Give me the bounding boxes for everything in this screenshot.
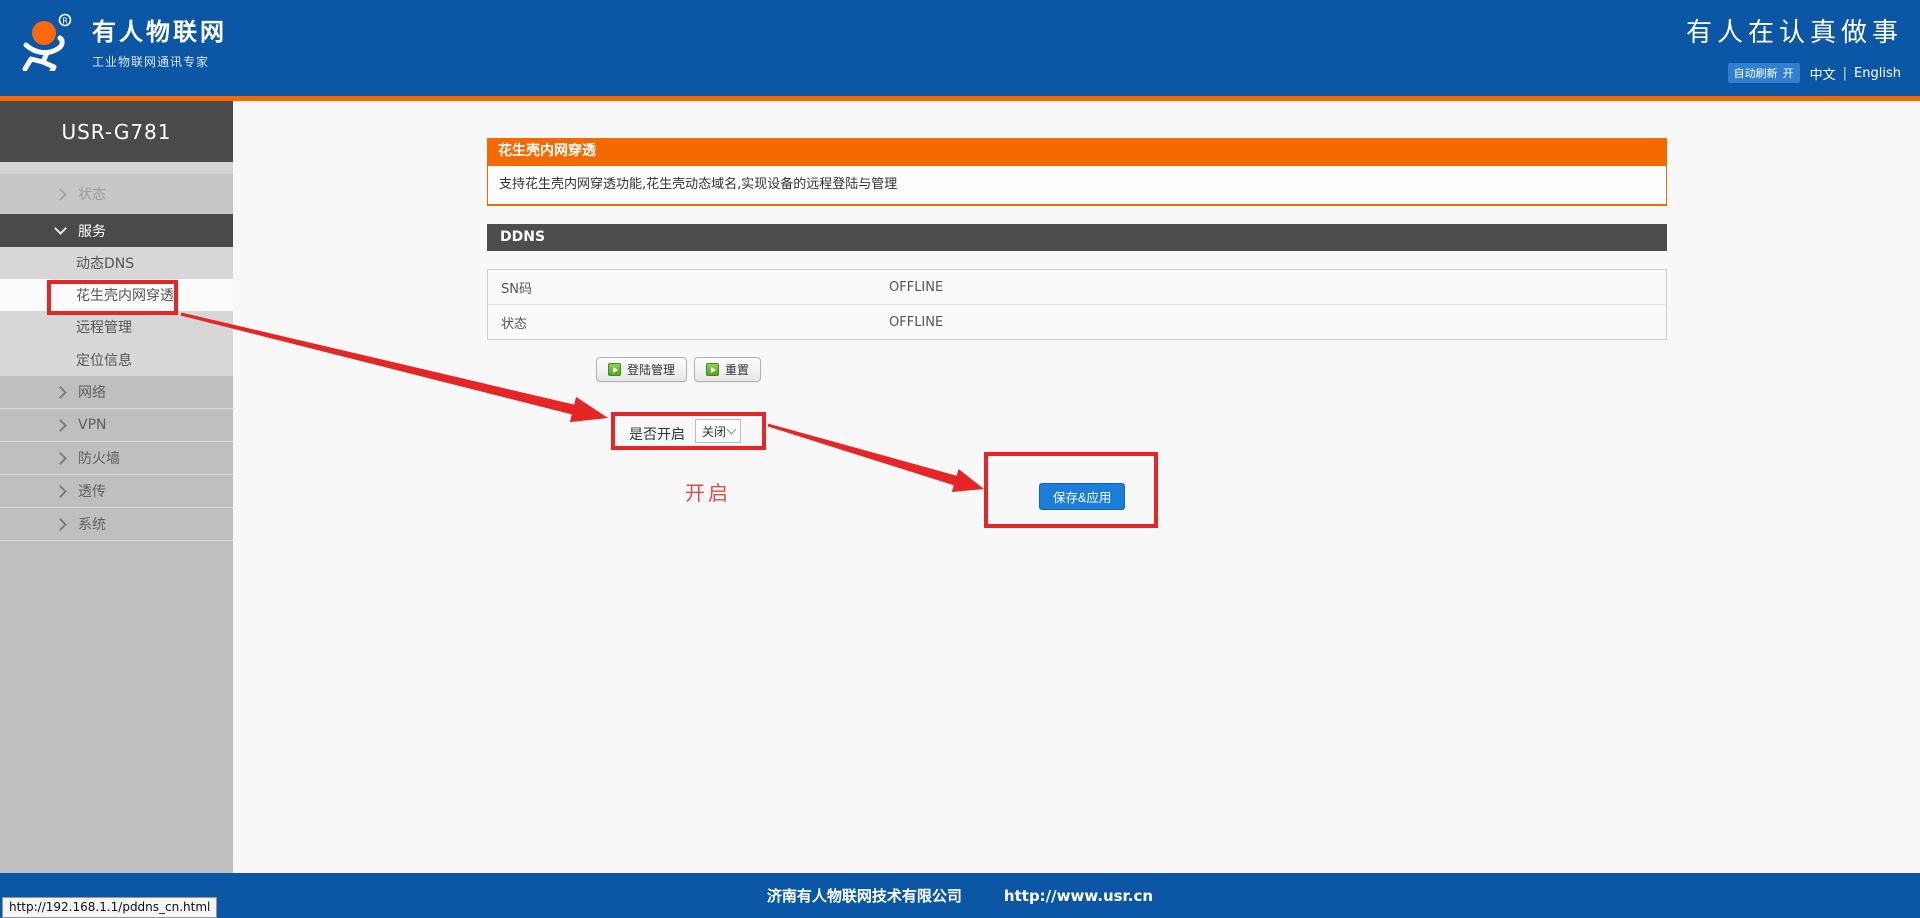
sidebar-item-network[interactable]: 网络 xyxy=(0,376,233,409)
sn-label: SN码 xyxy=(501,278,532,297)
login-manage-button[interactable]: 登陆管理 xyxy=(596,357,687,382)
sidebar-item-peanut-shell[interactable]: 花生壳内网穿透 xyxy=(0,279,233,311)
header-accent-line xyxy=(0,96,1920,101)
sidebar-item-passthrough[interactable]: 透传 xyxy=(0,475,233,508)
sidebar-item-vpn[interactable]: VPN xyxy=(0,409,233,442)
annotation-arrow-2 xyxy=(768,424,984,492)
page-footer: 济南有人物联网技术有限公司 http://www.usr.cn xyxy=(0,873,1920,918)
lang-zh-link[interactable]: 中文 xyxy=(1810,64,1836,83)
sn-value: OFFLINE xyxy=(889,280,943,295)
ddns-section-title: DDNS xyxy=(487,224,1667,251)
sidebar-item-dynamic-dns[interactable]: 动态DNS xyxy=(0,247,233,279)
enable-label: 是否开启 xyxy=(629,424,685,444)
chevron-right-icon xyxy=(54,485,67,498)
chevron-down-icon xyxy=(727,425,737,435)
page-title: 花生壳内网穿透 xyxy=(487,138,1667,165)
chevron-right-icon xyxy=(54,419,67,432)
svg-text:R: R xyxy=(62,17,68,26)
header-slogan: 有人在认真做事 xyxy=(1686,16,1903,50)
lang-divider: | xyxy=(1843,66,1847,81)
chevron-right-icon xyxy=(54,386,67,399)
sidebar-spacer xyxy=(0,162,233,174)
sidebar-item-location-info[interactable]: 定位信息 xyxy=(0,343,233,376)
top-header: R 有人物联网 工业物联网通讯专家 有人在认真做事 自动刷新 开 中文 | En… xyxy=(0,0,1920,96)
chevron-right-icon xyxy=(54,188,67,201)
chevron-down-icon xyxy=(54,222,67,235)
usr-logo-icon: R xyxy=(18,7,80,71)
ddns-status-table: SN码 OFFLINE 状态 OFFLINE xyxy=(487,269,1667,340)
header-controls: 自动刷新 开 中文 | English xyxy=(1728,63,1901,83)
language-switcher: 中文 | English xyxy=(1810,64,1901,83)
brand-title: 有人物联网 xyxy=(92,19,227,45)
sidebar-item-system[interactable]: 系统 xyxy=(0,508,233,541)
state-label: 状态 xyxy=(501,313,527,332)
state-value: OFFLINE xyxy=(889,315,943,330)
auto-refresh-label: 自动刷新 xyxy=(1734,65,1778,81)
page-description: 支持花生壳内网穿透功能,花生壳动态域名,实现设备的远程登陆与管理 xyxy=(487,165,1667,206)
table-row-sn: SN码 OFFLINE xyxy=(488,270,1666,304)
usr-admin-page: R 有人物联网 工业物联网通讯专家 有人在认真做事 自动刷新 开 中文 | En… xyxy=(0,0,1920,918)
go-arrow-icon xyxy=(608,363,621,376)
lang-en-link[interactable]: English xyxy=(1854,66,1901,81)
footer-company: 济南有人物联网技术有限公司 xyxy=(767,885,962,906)
annotation-hint-text: 开启 xyxy=(685,477,731,506)
sidebar-item-firewall[interactable]: 防火墙 xyxy=(0,442,233,475)
device-model-title: USR-G781 xyxy=(0,101,233,162)
brand-block: 有人物联网 工业物联网通讯专家 xyxy=(92,19,227,70)
auto-refresh-toggle[interactable]: 自动刷新 开 xyxy=(1728,63,1800,83)
table-row-state: 状态 OFFLINE xyxy=(488,304,1666,339)
chevron-right-icon xyxy=(54,452,67,465)
browser-link-preview: http://192.168.1.1/pddns_cn.html xyxy=(2,897,217,918)
sidebar-nav: USR-G781 状态 服务 动态DNS 花生壳内网穿透 远程管理 定位信息 网… xyxy=(0,101,233,873)
go-arrow-icon xyxy=(706,363,719,376)
auto-refresh-state: 开 xyxy=(1783,65,1794,81)
footer-website-link[interactable]: http://www.usr.cn xyxy=(1004,887,1153,905)
chevron-right-icon xyxy=(54,518,67,531)
enable-select[interactable]: 关闭 xyxy=(695,419,741,443)
sidebar-item-status[interactable]: 状态 xyxy=(0,174,233,214)
sidebar-filler xyxy=(0,541,233,873)
sidebar-item-remote-mgmt[interactable]: 远程管理 xyxy=(0,311,233,343)
enable-select-value: 关闭 xyxy=(702,423,726,440)
action-buttons-row: 登陆管理 重置 xyxy=(596,357,761,382)
reset-button[interactable]: 重置 xyxy=(694,357,761,382)
brand-subtitle: 工业物联网通讯专家 xyxy=(92,53,227,70)
sidebar-item-services[interactable]: 服务 xyxy=(0,214,233,247)
save-apply-button[interactable]: 保存&应用 xyxy=(1039,483,1125,510)
